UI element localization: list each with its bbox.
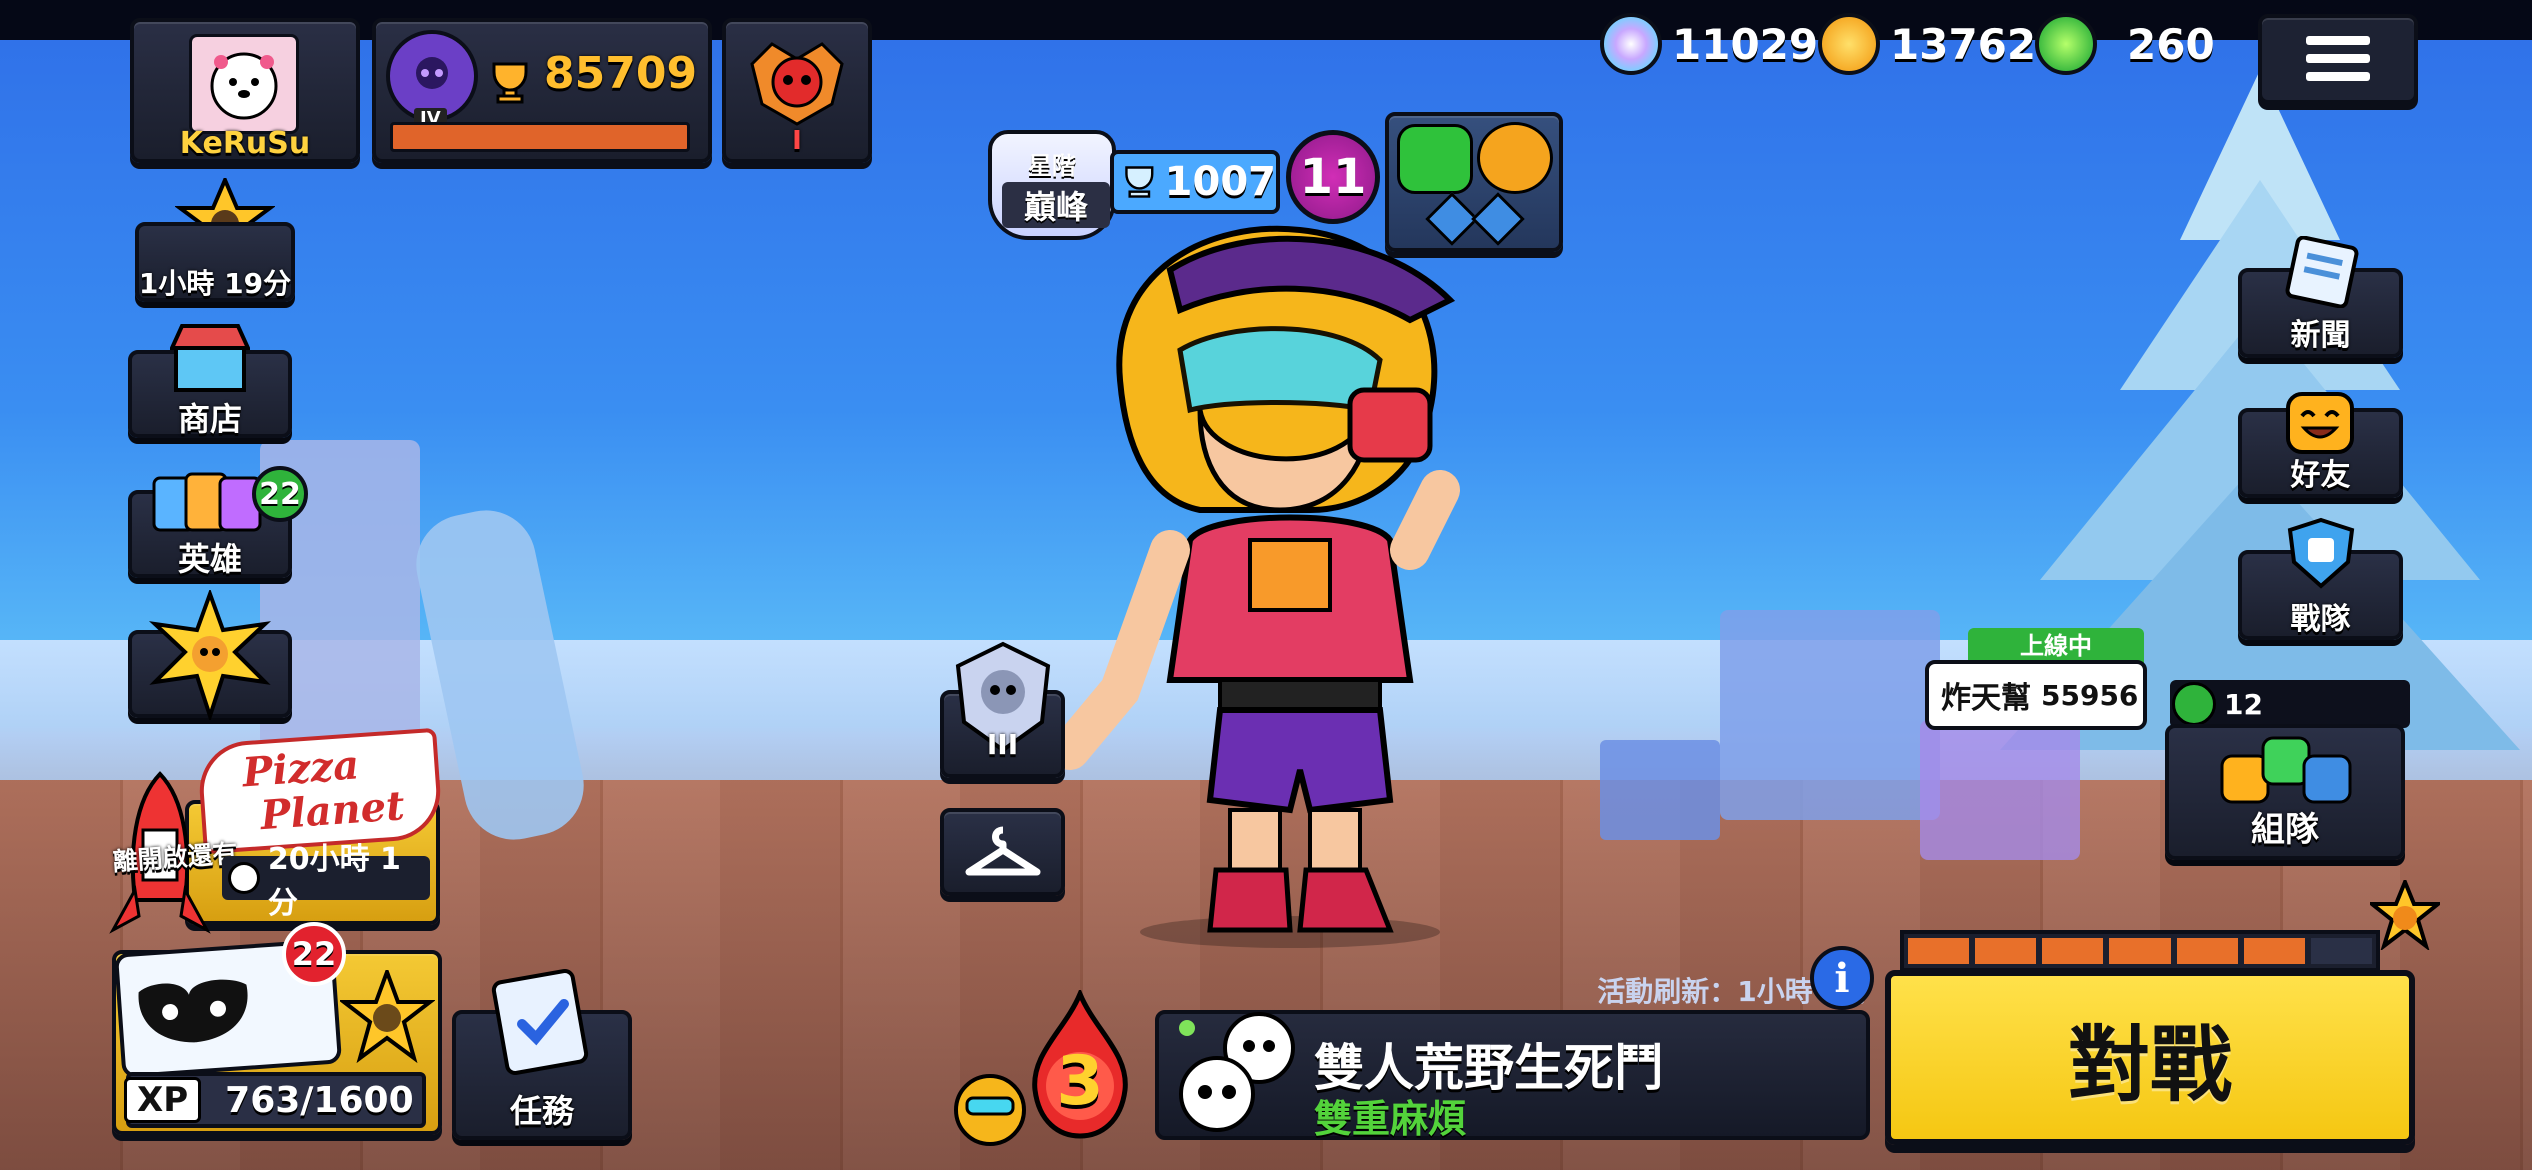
friend-trophies: 55956 — [2041, 678, 2139, 712]
online-count: 12 — [2224, 687, 2263, 721]
refresh-prefix: 活動刷新： — [1597, 975, 1738, 1008]
avatar-icon — [189, 34, 299, 134]
coin-icon — [1818, 13, 1880, 75]
trophy-progress-bar — [390, 122, 690, 152]
ranked-button[interactable]: I — [722, 18, 872, 163]
friends-label: 好友 — [2290, 458, 2351, 493]
pizza-planet-line2: Planet — [258, 782, 407, 840]
progress-segment — [1908, 938, 1970, 964]
play-button[interactable]: 對戰 — [1885, 970, 2415, 1145]
gift-box — [1920, 720, 2080, 860]
credits-icon — [1600, 13, 1662, 75]
reward-star-icon[interactable] — [2370, 880, 2440, 950]
progress-segment — [2042, 938, 2104, 964]
tier-line1: 星階 — [1028, 152, 1076, 180]
trophy-small-icon — [1125, 166, 1154, 198]
gift-box — [1600, 740, 1720, 840]
profile-button[interactable]: KeRuSu — [130, 18, 360, 163]
xp-value: 763/1600 — [225, 1079, 414, 1121]
showdown-skulls-icon — [1177, 1008, 1297, 1138]
drops-counter[interactable]: 3 — [1025, 990, 1135, 1140]
progress-segment — [2310, 938, 2372, 964]
clock-icon — [228, 862, 260, 894]
mastery-roman: III — [986, 728, 1019, 761]
coins-counter[interactable]: 13762 — [1818, 12, 2036, 76]
coins-value: 13762 — [1890, 19, 2037, 69]
lobby-scene: KeRuSu IV 85709 I 11029 13762 260 1小時 19… — [0, 0, 2532, 1170]
club-shield-icon — [2284, 516, 2358, 590]
hamburger-icon — [2306, 36, 2370, 81]
star-power-icon — [1477, 122, 1553, 194]
team-label: 組隊 — [2251, 810, 2319, 850]
online-dot-icon — [2172, 682, 2216, 726]
ranked-roman: I — [792, 126, 802, 156]
game-mode-button[interactable]: 雙人荒野生死鬥 雙重麻煩 — [1155, 1008, 1870, 1141]
event-time: 20小時 1分 — [267, 842, 401, 921]
ranked-skull-icon — [742, 34, 852, 134]
progress-segment — [1975, 938, 2037, 964]
sun-skull-icon — [145, 590, 275, 720]
progress-segment — [2176, 938, 2238, 964]
xp-bar: XP 763/1600 — [124, 1072, 426, 1128]
gems-value: 260 — [2127, 19, 2215, 69]
play-label: 對戰 — [2067, 1018, 2232, 1113]
brawler-trophies-value: 1007 — [1164, 159, 1276, 205]
brawlers-label: 英雄 — [177, 540, 242, 578]
pass-badge: 22 — [282, 922, 346, 986]
gift-box — [1720, 610, 1940, 820]
shop-icon — [170, 322, 250, 394]
mastery-star-icon — [340, 970, 435, 1065]
gem-icon — [2035, 13, 2097, 75]
xp-label: XP — [124, 1077, 202, 1123]
friend-name: 炸天幫 — [1941, 681, 2031, 716]
progress-segment — [2109, 938, 2171, 964]
event-timer: 20小時 1分 — [222, 842, 430, 921]
club-label: 戰隊 — [2290, 602, 2351, 637]
online-friend-bubble[interactable]: 炸天幫 55956 — [1925, 660, 2147, 730]
online-status: 上線中 — [1968, 628, 2144, 664]
progress-segment — [2243, 938, 2305, 964]
skins-button[interactable] — [940, 808, 1065, 896]
menu-button[interactable] — [2258, 14, 2418, 104]
trophy-road-button[interactable]: IV 85709 — [372, 18, 712, 163]
starr-drop-time: 1小時 19分 — [138, 267, 292, 300]
brawler-character[interactable] — [1050, 210, 1530, 950]
drops-count: 3 — [1056, 1042, 1104, 1121]
quest-clipboard-icon — [480, 966, 600, 1076]
gadget-icon — [1397, 124, 1473, 194]
mode-modifier: 雙重麻煩 — [1314, 1097, 1467, 1141]
total-trophies: 85709 — [544, 48, 698, 99]
info-icon: i — [1834, 954, 1850, 1002]
trophy-icon — [486, 60, 534, 104]
brawler-trophies: 1007 — [1110, 150, 1280, 214]
newspaper-icon — [2282, 236, 2362, 308]
gems-counter[interactable]: 260 — [2035, 12, 2215, 76]
brawlers-badge: 22 — [252, 466, 308, 522]
team-faces-icon — [2218, 732, 2354, 812]
info-button[interactable]: i — [1810, 946, 1874, 1010]
news-label: 新聞 — [2290, 318, 2351, 353]
online-count-bar: 12 — [2170, 680, 2410, 728]
hanger-icon — [965, 826, 1040, 876]
shop-label: 商店 — [177, 400, 242, 438]
brawlers-icon — [150, 468, 270, 538]
player-name: KeRuSu — [179, 126, 311, 161]
credits-counter[interactable]: 11029 — [1600, 12, 1818, 76]
quests-label: 任務 — [509, 1092, 574, 1130]
play-progress-bar — [1900, 930, 2380, 972]
credits-value: 11029 — [1672, 19, 1819, 69]
friends-icon — [2284, 390, 2356, 456]
brawler-drop-icon — [945, 1060, 1035, 1150]
